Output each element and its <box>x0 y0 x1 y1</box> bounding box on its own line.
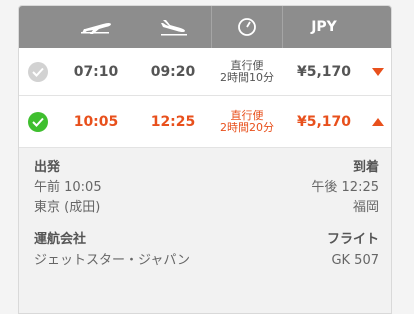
arrive-time: 09:20 <box>150 63 196 80</box>
triangle-down-icon <box>372 67 384 76</box>
flight-row-0[interactable]: 07:10 09:20 直行便 2時間10分 ¥5,170 <box>19 48 391 96</box>
flight-type: 直行便 <box>230 108 264 122</box>
flight-row-1[interactable]: 10:05 12:25 直行便 2時間20分 ¥5,170 <box>19 96 391 148</box>
check-icon <box>28 111 48 132</box>
duration-clock-icon <box>211 6 283 48</box>
airline-name: ジェットスター・ジャパン <box>34 253 191 268</box>
airline-label: 運航会社 <box>34 232 87 247</box>
depart-time: 07:10 <box>73 63 119 80</box>
flight-duration: 直行便 2時間20分 <box>211 108 283 134</box>
select-flight-0[interactable] <box>19 61 57 82</box>
triangle-up-icon <box>372 117 384 126</box>
arrival-plane-icon <box>135 6 211 48</box>
flight-duration: 直行便 2時間10分 <box>211 58 283 84</box>
table-header: JPY <box>19 6 391 48</box>
arrive-time: 12:25 <box>150 113 196 130</box>
duration-text: 2時間10分 <box>220 70 274 84</box>
select-flight-1[interactable] <box>19 111 57 132</box>
duration-text: 2時間20分 <box>220 120 274 134</box>
flight-list-card: JPY 07:10 09:20 直行便 2時間10分 ¥5,170 10:05 … <box>18 5 392 314</box>
price: ¥5,170 <box>296 113 352 130</box>
departure-time: 午前 10:05 <box>34 180 102 195</box>
flight-type: 直行便 <box>230 58 264 72</box>
currency-label: JPY <box>311 19 337 35</box>
departure-label: 出発 <box>34 160 61 175</box>
expand-toggle[interactable] <box>365 67 391 76</box>
arrival-label: 到着 <box>352 160 379 175</box>
header-spacer <box>19 6 57 48</box>
collapse-toggle[interactable] <box>365 117 391 126</box>
arrival-airport: 福岡 <box>352 200 379 215</box>
price: ¥5,170 <box>296 63 352 80</box>
check-icon <box>28 61 48 82</box>
depart-time: 10:05 <box>73 113 119 130</box>
flight-details-panel: 出発 到着 午前 10:05 午後 12:25 東京 (成田) 福岡 運航会社 … <box>19 148 391 313</box>
flight-label: フライト <box>326 232 379 247</box>
arrival-time: 午後 12:25 <box>311 180 379 195</box>
departure-airport: 東京 (成田) <box>34 200 101 215</box>
departure-plane-icon <box>57 6 135 48</box>
flight-number: GK 507 <box>331 253 379 268</box>
